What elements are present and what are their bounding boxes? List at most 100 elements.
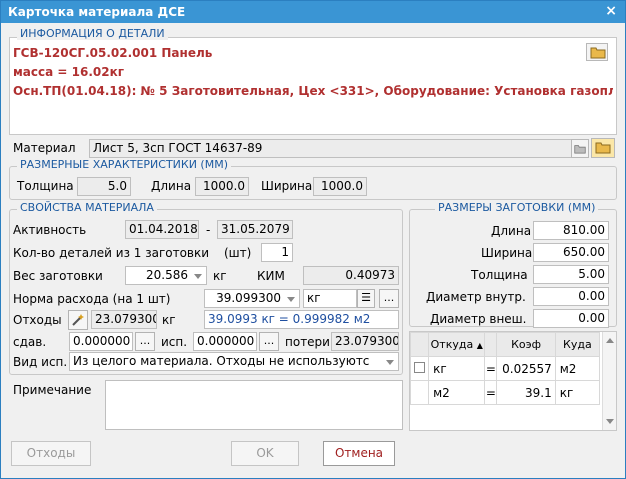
cell-from[interactable]: кг bbox=[428, 356, 486, 381]
cancel-button[interactable]: Отмена bbox=[323, 441, 395, 466]
units-table-panel: Откуда ▲ Коэф Куда кг = 0.02557 м2 м2 = … bbox=[409, 331, 617, 431]
material-field[interactable]: Лист 5, 3сп ГОСТ 14637-89 bbox=[89, 139, 573, 158]
inner-diameter-field[interactable]: 0.00 bbox=[533, 287, 609, 306]
checkbox-icon bbox=[414, 361, 426, 373]
activity-label: Активность bbox=[13, 223, 87, 237]
title-bar[interactable]: Карточка материала ДСЕ × bbox=[1, 1, 625, 23]
part-process: Осн.ТП(01.04.18): № 5 Заготовительная, Ц… bbox=[13, 84, 613, 98]
table-scrollbar[interactable] bbox=[602, 332, 616, 430]
blank-width-field[interactable]: 650.00 bbox=[533, 243, 609, 262]
blank-width-label: Ширина bbox=[481, 246, 533, 260]
info-legend: ИНФОРМАЦИЯ О ДЕТАЛИ bbox=[17, 27, 168, 40]
cell-eq: = bbox=[484, 380, 498, 405]
weight-field[interactable]: 20.586 bbox=[125, 266, 207, 285]
magic-wand-icon bbox=[72, 314, 84, 326]
folder-icon bbox=[590, 47, 606, 59]
row-checkbox[interactable] bbox=[409, 356, 430, 381]
ok-button[interactable]: OK bbox=[231, 441, 299, 466]
header-to[interactable]: Куда bbox=[554, 332, 601, 357]
cell-to[interactable]: кг bbox=[554, 380, 601, 405]
count-unit: (шт) bbox=[224, 246, 252, 260]
waste-button[interactable]: Отходы bbox=[11, 441, 91, 466]
loss-field: 23.079300 bbox=[331, 332, 399, 351]
use-select-value: Из целого материала. Отходы не использую… bbox=[73, 354, 370, 368]
cell-coef[interactable]: 0.02557 bbox=[496, 356, 556, 381]
cell-from[interactable]: м2 bbox=[428, 380, 486, 405]
date-to-field[interactable]: 31.05.2079 bbox=[217, 220, 293, 239]
width-label: Ширина bbox=[261, 179, 313, 193]
material-label: Материал bbox=[13, 141, 76, 155]
norm-dropdown[interactable] bbox=[284, 291, 298, 307]
chevron-down-icon bbox=[194, 274, 202, 279]
blank-thickness-label: Толщина bbox=[471, 268, 528, 282]
chevron-down-icon bbox=[287, 297, 295, 302]
part-mass: масса = 16.02кг bbox=[13, 65, 125, 79]
count-label: Кол-во деталей из 1 заготовки bbox=[13, 246, 210, 260]
outer-diameter-field[interactable]: 0.00 bbox=[533, 309, 609, 328]
header-from[interactable]: Откуда ▲ bbox=[428, 332, 486, 357]
norm-list-button[interactable]: ☰ bbox=[357, 289, 375, 308]
waste-info-field: 39.0993 кг = 0.999982 м2 bbox=[204, 310, 399, 329]
props-legend: СВОЙСТВА МАТЕРИАЛА bbox=[17, 201, 157, 214]
folder-icon bbox=[595, 142, 611, 154]
norm-label: Норма расхода (на 1 шт) bbox=[13, 292, 171, 306]
length-label: Длина bbox=[151, 179, 192, 193]
blank-thickness-field[interactable]: 5.00 bbox=[533, 265, 609, 284]
window-title: Карточка материала ДСЕ bbox=[8, 5, 186, 19]
outer-diameter-label: Диаметр внеш. bbox=[430, 312, 527, 326]
waste-wand-button[interactable] bbox=[68, 310, 88, 330]
norm-value: 39.099300 bbox=[216, 291, 281, 305]
material-select-button[interactable] bbox=[591, 138, 615, 158]
cell-coef[interactable]: 39.1 bbox=[496, 380, 556, 405]
count-field[interactable]: 1 bbox=[261, 243, 293, 262]
part-name: ГСВ-120СГ.05.02.001 Панель bbox=[13, 46, 213, 60]
open-folder-button[interactable] bbox=[586, 43, 608, 61]
isp-field[interactable]: 0.000000 bbox=[193, 332, 257, 351]
waste-unit: кг bbox=[162, 313, 176, 327]
table-row[interactable]: кг = 0.02557 м2 bbox=[409, 356, 601, 381]
table-row[interactable]: м2 = 39.1 кг bbox=[409, 380, 601, 405]
thickness-field: 5.0 bbox=[77, 177, 131, 196]
cell-to[interactable]: м2 bbox=[554, 356, 601, 381]
header-selector bbox=[409, 332, 430, 357]
weight-unit: кг bbox=[213, 269, 227, 283]
kim-field: 0.40973 bbox=[303, 266, 399, 285]
width-field: 1000.0 bbox=[313, 177, 367, 196]
close-icon[interactable]: × bbox=[605, 3, 617, 19]
norm-unit-field[interactable]: кг bbox=[303, 289, 357, 308]
norm-ellipsis-button[interactable]: ... bbox=[379, 289, 399, 308]
material-list-button[interactable] bbox=[571, 139, 589, 158]
material-card-window: Карточка материала ДСЕ × ГСВ-120СГ.05.02… bbox=[0, 0, 626, 479]
sdav-ellipsis-button[interactable]: ... bbox=[135, 332, 155, 351]
header-eq bbox=[484, 332, 498, 357]
chevron-down-icon bbox=[386, 360, 394, 365]
isp-label: исп. bbox=[161, 335, 188, 349]
weight-label: Вес заготовки bbox=[13, 269, 103, 283]
waste-label: Отходы bbox=[13, 313, 62, 327]
inner-diameter-label: Диаметр внутр. bbox=[426, 290, 526, 304]
loss-label: потери bbox=[285, 335, 330, 349]
sdav-label: сдав. bbox=[13, 335, 47, 349]
blank-length-field[interactable]: 810.00 bbox=[533, 221, 609, 240]
scroll-down-icon[interactable] bbox=[606, 419, 614, 424]
part-info-panel: ГСВ-120СГ.05.02.001 Панель масса = 16.02… bbox=[9, 37, 617, 135]
note-label: Примечание bbox=[13, 383, 92, 397]
waste-field: 23.079300 bbox=[91, 310, 157, 329]
use-select[interactable]: Из целого материала. Отходы не использую… bbox=[69, 352, 399, 371]
weight-value: 20.586 bbox=[146, 268, 188, 282]
date-from-field[interactable]: 01.04.2018 bbox=[125, 220, 199, 239]
scroll-up-icon[interactable] bbox=[606, 338, 614, 343]
weight-dropdown[interactable] bbox=[191, 268, 205, 284]
blank-length-label: Длина bbox=[491, 224, 532, 238]
header-coef[interactable]: Коэф bbox=[496, 332, 556, 357]
use-label: Вид исп. bbox=[13, 355, 68, 369]
use-dropdown[interactable] bbox=[383, 354, 397, 370]
note-field[interactable] bbox=[105, 380, 403, 430]
isp-ellipsis-button[interactable]: ... bbox=[259, 332, 279, 351]
sdav-field[interactable]: 0.000000 bbox=[69, 332, 133, 351]
norm-field[interactable]: 39.099300 bbox=[204, 289, 300, 308]
units-table: Откуда ▲ Коэф Куда кг = 0.02557 м2 м2 = … bbox=[409, 332, 601, 405]
units-table-header: Откуда ▲ Коэф Куда bbox=[409, 332, 601, 357]
row-selector[interactable] bbox=[409, 380, 430, 405]
folder-gray-icon bbox=[574, 145, 586, 154]
